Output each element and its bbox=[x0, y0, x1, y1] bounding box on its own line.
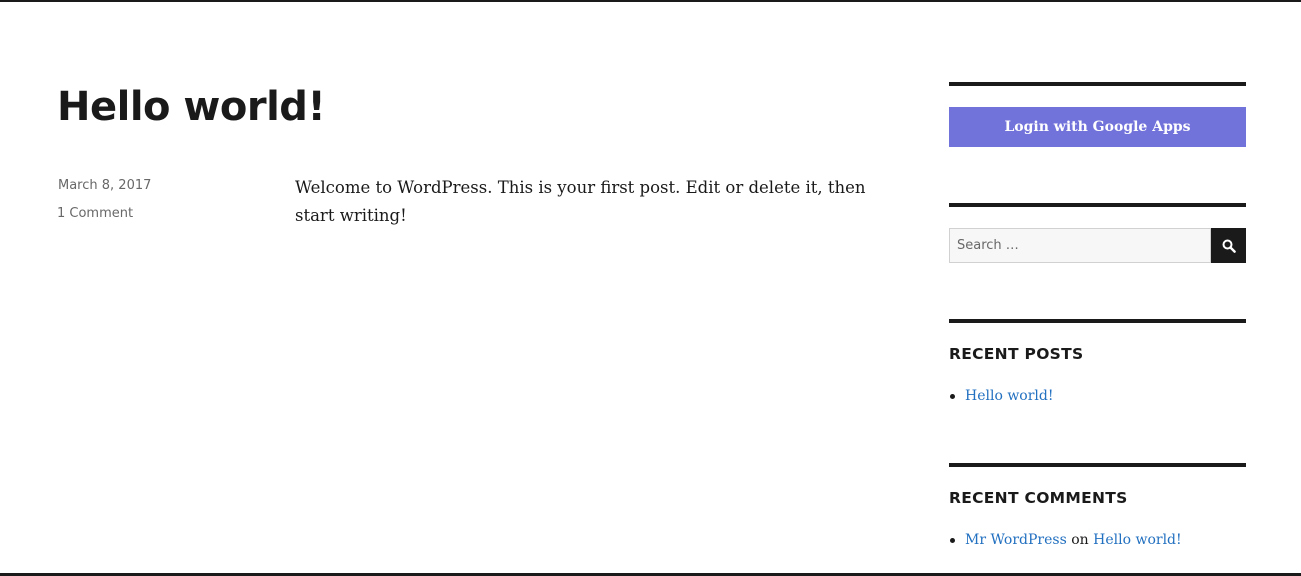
recent-posts-title: RECENT POSTS bbox=[949, 345, 1084, 363]
search-icon bbox=[1222, 239, 1236, 253]
comment-author-link[interactable]: Mr WordPress bbox=[965, 532, 1067, 548]
recent-comments-title: RECENT COMMENTS bbox=[949, 489, 1128, 507]
widget-divider bbox=[949, 203, 1246, 207]
widget-divider bbox=[949, 463, 1246, 467]
recent-post-link[interactable]: Hello world! bbox=[965, 388, 1054, 404]
post-comments-link[interactable]: 1 Comment bbox=[57, 205, 133, 223]
login-google-button[interactable]: Login with Google Apps bbox=[949, 107, 1246, 147]
search-input[interactable] bbox=[949, 228, 1211, 263]
widget-divider bbox=[949, 82, 1246, 86]
recent-posts-list: Hello world! bbox=[949, 386, 1054, 406]
post-content: Welcome to WordPress. This is your first… bbox=[295, 178, 866, 225]
search-button[interactable] bbox=[1211, 228, 1246, 263]
widget-divider bbox=[949, 319, 1246, 323]
list-item: Mr WordPress on Hello world! bbox=[949, 530, 1182, 550]
post-date-link[interactable]: March 8, 2017 bbox=[58, 177, 151, 195]
recent-comments-list: Mr WordPress on Hello world! bbox=[949, 530, 1182, 550]
comment-connector: on bbox=[1071, 532, 1089, 548]
post-title[interactable]: Hello world! bbox=[57, 82, 326, 132]
top-border bbox=[0, 0, 1301, 2]
comment-post-link[interactable]: Hello world! bbox=[1093, 532, 1182, 548]
list-item: Hello world! bbox=[949, 386, 1054, 406]
search-form bbox=[949, 228, 1246, 263]
